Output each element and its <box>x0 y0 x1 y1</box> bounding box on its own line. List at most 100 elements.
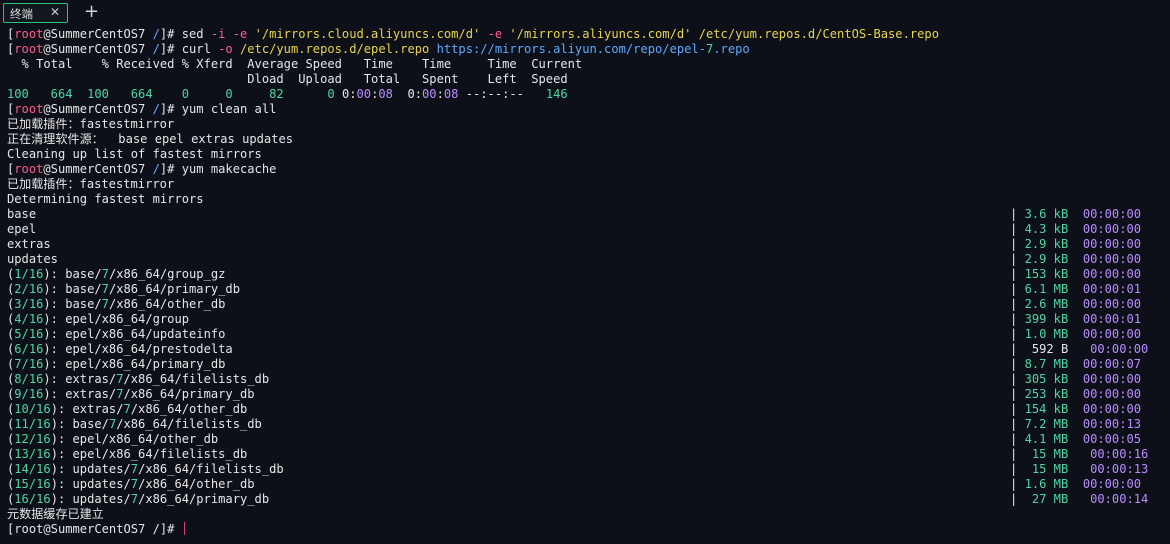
terminal-text: /etc/yum.repos.d/CentOS-Base.repo <box>698 27 939 41</box>
terminal-line: 正在清理软件源： base epel extras updates <box>7 132 1167 147</box>
terminal-text: / <box>152 102 160 116</box>
terminal-text: 100 664 100 664 0 0 82 0 <box>7 87 342 101</box>
stat-text <box>1068 462 1090 476</box>
terminal-text: root <box>14 27 44 41</box>
terminal-text: root <box>14 162 44 176</box>
terminal-line: extras | 2.9 kB 00:00:00 <box>7 237 1167 252</box>
terminal-text: /x86_64/primary_db <box>123 387 255 401</box>
terminal-text: @SummerCentOS7 <box>43 162 153 176</box>
terminal-text: yum makecache <box>181 162 277 176</box>
stat-text: 00:00:16 <box>1090 447 1149 461</box>
terminal-text: 16/16 <box>14 492 51 506</box>
stat-text: | <box>1010 387 1025 401</box>
stat-text: | <box>1010 432 1025 446</box>
stat-text: 3.6 kB <box>1024 207 1069 221</box>
terminal-text: / <box>152 42 160 56</box>
terminal-text: ]# <box>159 102 182 116</box>
terminal-text: updates <box>7 252 58 266</box>
stat-text: 00:00:07 <box>1082 357 1142 371</box>
download-stats: | 3.6 kB 00:00:00 <box>1010 207 1141 222</box>
stat-text: 00:00:14 <box>1090 492 1149 506</box>
terminal-text: 6/16 <box>14 342 44 356</box>
download-stats: | 15 MB 00:00:16 <box>1010 447 1148 462</box>
terminal-text: extras <box>7 237 51 251</box>
stat-text: | <box>1010 492 1032 506</box>
stat-text: | <box>1010 462 1032 476</box>
stat-text: 00:00:00 <box>1082 327 1142 341</box>
terminal-text: 8/16 <box>14 372 44 386</box>
terminal-line: (10/16): extras/7/x86_64/other_db | 154 k… <box>7 402 1167 417</box>
terminal-text: 3/16 <box>14 297 44 311</box>
stat-text <box>1068 282 1083 296</box>
terminal-line: (5/16): epel/x86_64/updateinfo | 1.0 MB 0… <box>7 327 1167 342</box>
stat-text: 2.9 kB <box>1024 252 1069 266</box>
terminal-line: Cleaning up list of fastest mirrors <box>7 147 1167 162</box>
terminal-text: /x86_64/primary_db <box>108 282 240 296</box>
stat-text: | <box>1010 402 1025 416</box>
terminal-output[interactable]: [root@SummerCentOS7 /]# sed -i -e '/mirr… <box>7 27 1167 542</box>
terminal-text: --:--:-- <box>458 87 546 101</box>
stat-text: 00:00:13 <box>1090 462 1149 476</box>
terminal-line: (12/16): epel/x86_64/other_db | 4.1 MB 00… <box>7 432 1167 447</box>
terminal-text: 08 <box>443 87 459 101</box>
tab-terminal[interactable]: 终端 ✕ <box>3 3 68 23</box>
terminal-cursor <box>183 522 185 535</box>
tab-title: 终端 <box>10 7 33 21</box>
stat-text: 399 kB <box>1024 312 1069 326</box>
terminal-line: 已加载插件：fastestmirror <box>7 117 1167 132</box>
terminal-text: 7 <box>130 492 139 506</box>
download-stats: | 4.3 kB 00:00:00 <box>1010 222 1141 237</box>
stat-text: 00:00:00 <box>1082 222 1142 236</box>
terminal-text: @SummerCentOS7 <box>43 27 153 41</box>
terminal-line: [root@SummerCentOS7 /]# <box>7 522 1167 537</box>
terminal-line: [root@SummerCentOS7 /]# yum makecache <box>7 162 1167 177</box>
terminal-text: 00 <box>356 87 372 101</box>
terminal-text: 146 <box>545 87 568 101</box>
terminal-line: (2/16): base/7/x86_64/primary_db | 6.1 MB… <box>7 282 1167 297</box>
terminal-text: 9/16 <box>14 387 44 401</box>
stat-text: 00:00:05 <box>1082 432 1142 446</box>
terminal-text: ): extras/ <box>50 402 124 416</box>
stat-text <box>1068 327 1083 341</box>
stat-text <box>1068 312 1083 326</box>
stat-text <box>1068 207 1083 221</box>
terminal-text: ): updates/ <box>50 477 131 491</box>
terminal-text: Cleaning up list of fastest mirrors <box>7 147 262 161</box>
stat-text: 4.3 kB <box>1024 222 1069 236</box>
terminal-text: epel <box>7 222 37 236</box>
terminal-text: /etc/yum.repos.d/epel.repo <box>240 42 430 56</box>
terminal-text: / <box>152 162 160 176</box>
terminal-text: 7/16 <box>14 357 44 371</box>
terminal-text: / <box>152 27 160 41</box>
new-tab-button[interactable]: + <box>84 2 99 22</box>
terminal-line: (1/16): base/7/x86_64/group_gz | 153 kB 0… <box>7 267 1167 282</box>
stat-text: 00:00:00 <box>1082 207 1142 221</box>
terminal-text: 7 <box>116 372 124 386</box>
stat-text <box>1068 372 1083 386</box>
terminal-text: ]# <box>159 162 182 176</box>
download-stats: | 2.6 MB 00:00:00 <box>1010 297 1141 312</box>
terminal-text: ): epel/x86_64/prestodelta <box>43 342 233 356</box>
stat-text: 1.0 MB <box>1024 327 1069 341</box>
close-icon[interactable]: ✕ <box>50 5 60 19</box>
terminal-line: (8/16): extras/7/x86_64/filelists_db | 30… <box>7 372 1167 387</box>
stat-text: 00:00:00 <box>1082 372 1142 386</box>
stat-text: | <box>1010 342 1032 356</box>
stat-text: | <box>1010 417 1025 431</box>
stat-text: | <box>1010 252 1025 266</box>
terminal-text: '/mirrors.cloud.aliyuncs.com/d' <box>254 27 481 41</box>
stat-text <box>1076 342 1091 356</box>
terminal-text: 7 <box>101 282 109 296</box>
terminal-line: 已加载插件：fastestmirror <box>7 177 1167 192</box>
download-stats: | 305 kB 00:00:00 <box>1010 372 1141 387</box>
terminal-text: ): base/ <box>43 267 102 281</box>
stat-text: 15 MB <box>1031 447 1069 461</box>
terminal-text: 2/16 <box>14 282 44 296</box>
stat-text: 00:00:00 <box>1082 402 1142 416</box>
stat-text: | <box>1010 447 1032 461</box>
download-stats: | 154 kB 00:00:00 <box>1010 402 1141 417</box>
terminal-text: root <box>14 42 44 56</box>
terminal-text: ): updates/ <box>50 492 131 506</box>
